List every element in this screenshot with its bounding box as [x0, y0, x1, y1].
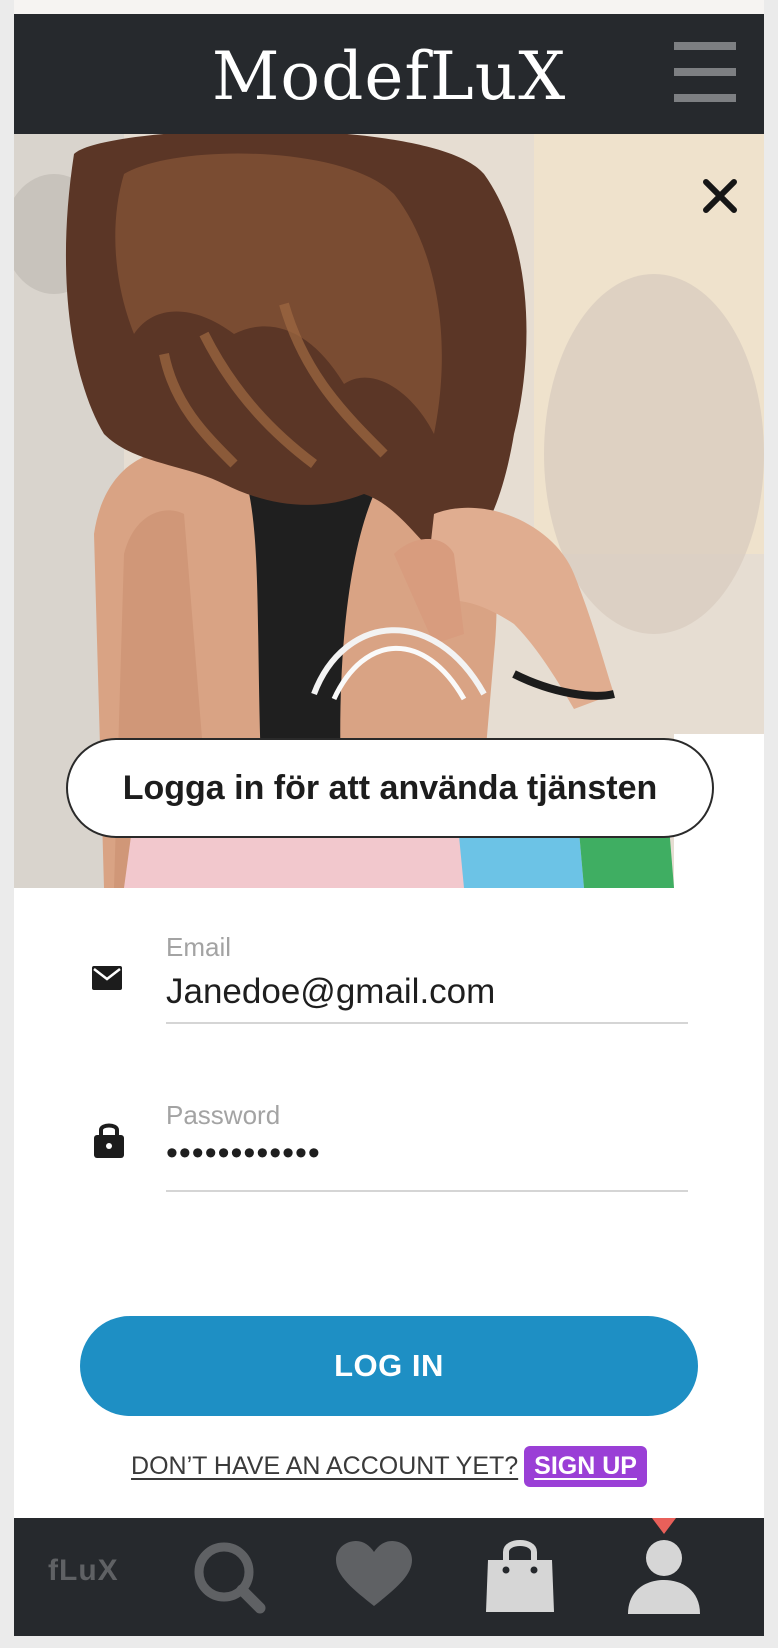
- profile-icon: [628, 1540, 700, 1614]
- active-tab-indicator: [652, 1518, 676, 1534]
- app-frame: ModefLuX Logga in för att använda tjänst…: [0, 0, 778, 1648]
- email-field[interactable]: Janedoe@gmail.com: [166, 972, 495, 1012]
- hamburger-menu-icon[interactable]: [674, 42, 736, 102]
- app-screen: ModefLuX Logga in för att använda tjänst…: [14, 14, 764, 1636]
- nav-search[interactable]: [190, 1518, 270, 1636]
- bottom-nav: fLuX: [14, 1518, 764, 1636]
- password-underline: [166, 1190, 688, 1192]
- envelope-glyph: [92, 966, 122, 990]
- nav-bag[interactable]: [480, 1518, 560, 1636]
- password-label: Password: [166, 1100, 281, 1130]
- password-field[interactable]: ••••••••••••: [166, 1134, 321, 1173]
- app-header: ModefLuX: [14, 14, 764, 134]
- menu-bar: [674, 94, 736, 102]
- close-glyph: [703, 179, 737, 213]
- email-label: Email: [166, 932, 232, 962]
- lock-glyph: [94, 1123, 124, 1158]
- heart-icon: [336, 1541, 412, 1606]
- app-logo: ModefLuX: [211, 38, 567, 115]
- status-strip: [14, 0, 764, 14]
- nav-profile[interactable]: [624, 1518, 704, 1636]
- hero-image: Logga in för att använda tjänsten: [14, 134, 764, 888]
- login-prompt-banner: Logga in för att använda tjänsten: [66, 738, 714, 838]
- signup-row: DON’T HAVE AN ACCOUNT YET? SIGN UP: [14, 1446, 764, 1487]
- signup-link[interactable]: SIGN UP: [524, 1446, 647, 1487]
- close-icon[interactable]: [698, 174, 742, 218]
- signup-question[interactable]: DON’T HAVE AN ACCOUNT YET?: [131, 1452, 518, 1481]
- menu-bar: [674, 68, 736, 76]
- envelope-icon: [92, 966, 122, 995]
- email-underline: [166, 1022, 688, 1024]
- login-button[interactable]: LOG IN: [80, 1316, 698, 1416]
- search-icon: [194, 1542, 266, 1614]
- nav-brand-logo[interactable]: fLuX: [48, 1554, 119, 1588]
- menu-bar: [674, 42, 736, 50]
- shopping-bag-icon: [486, 1540, 554, 1612]
- nav-favorites[interactable]: [334, 1518, 414, 1636]
- login-prompt-text: Logga in för att använda tjänsten: [122, 768, 658, 807]
- lock-icon: [94, 1120, 124, 1163]
